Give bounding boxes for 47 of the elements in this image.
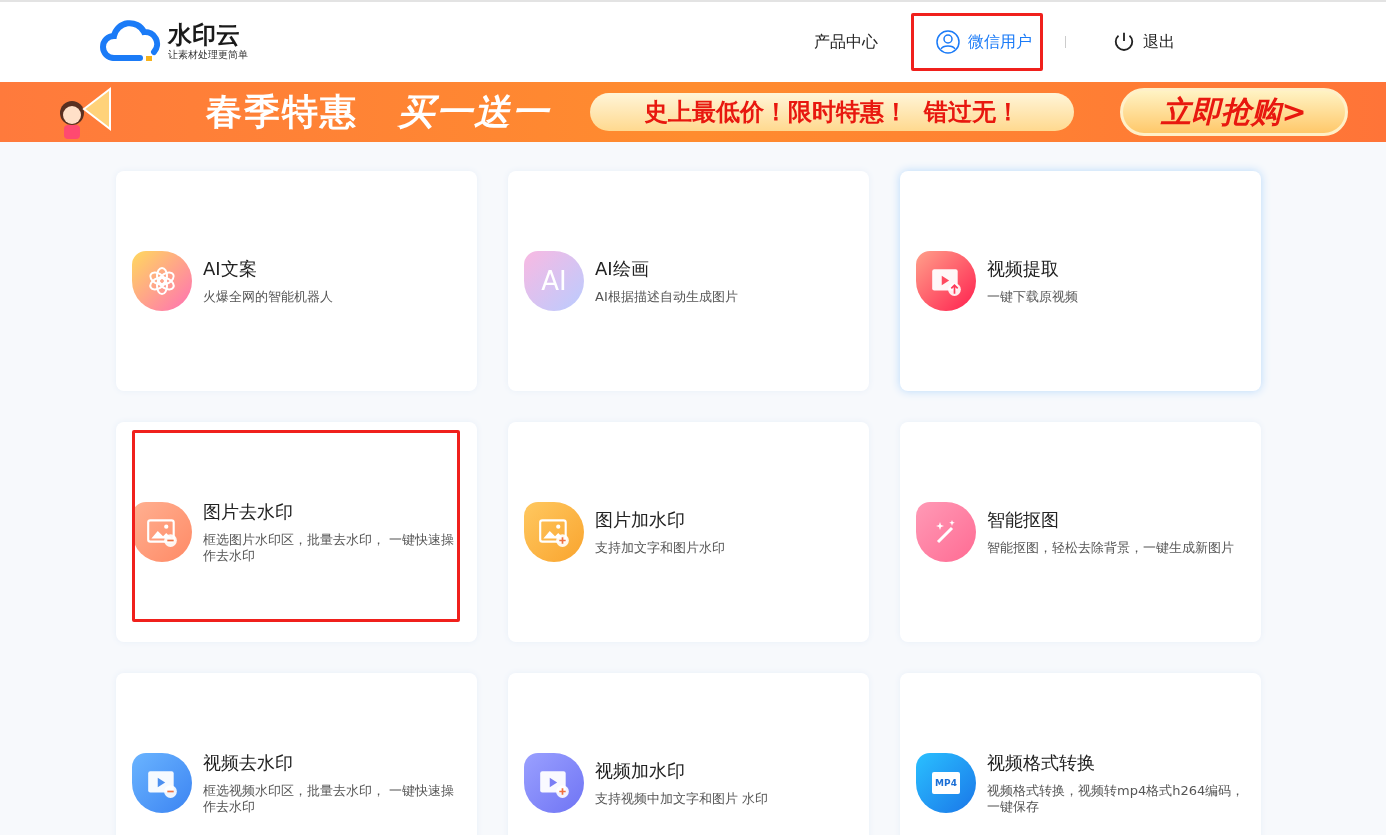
buy-now-button[interactable]: 立即抢购> (1120, 88, 1348, 136)
video-icon (524, 753, 584, 813)
tool-card[interactable]: AI AI绘画 AI根据描述自动生成图片 (508, 171, 869, 391)
cloud-logo-icon (100, 20, 162, 64)
tool-card[interactable]: 图片去水印 框选图片水印区，批量去水印， 一键快速操作去水印 (116, 422, 477, 642)
card-description: 支持视频中加文字和图片 水印 (595, 791, 769, 807)
card-title: 视频提取 (987, 257, 1060, 281)
card-title: 视频去水印 (203, 751, 294, 775)
card-description: AI根据描述自动生成图片 (595, 289, 738, 305)
logo-name: 水印云 (168, 22, 241, 48)
banner-offer: 买一送一 (398, 89, 550, 134)
card-description: 一键下载原视频 (987, 289, 1078, 305)
magic-wand-icon (916, 502, 976, 562)
user-link[interactable]: 微信用户 (911, 13, 1043, 71)
card-title: 图片加水印 (595, 508, 686, 532)
logo-tagline: 让素材处理更简单 (168, 48, 248, 62)
card-title: 视频格式转换 (987, 751, 1096, 775)
tool-card[interactable]: 视频加水印 支持视频中加文字和图片 水印 (508, 673, 869, 835)
card-description: 支持加文字和图片水印 (595, 540, 725, 556)
card-title: 智能抠图 (987, 508, 1060, 532)
power-icon (1113, 31, 1135, 53)
card-description: 框选图片水印区，批量去水印， 一键快速操作去水印 (203, 532, 456, 564)
tool-card[interactable]: AI文案 火爆全网的智能机器人 (116, 171, 477, 391)
tool-card[interactable]: 智能抠图 智能抠图，轻松去除背景，一键生成新图片 (900, 422, 1261, 642)
card-title: 图片去水印 (203, 500, 294, 524)
banner-slogan: 史上最低价！限时特惠！ 错过无！ (590, 93, 1074, 131)
tool-card[interactable]: 图片加水印 支持加文字和图片水印 (508, 422, 869, 642)
card-description: 智能抠图，轻松去除背景，一键生成新图片 (987, 540, 1234, 556)
video-icon (916, 251, 976, 311)
card-description: 视频格式转换，视频转mp4格式h264编码，一键保存 (987, 783, 1245, 815)
tool-card[interactable]: 视频去水印 框选视频水印区，批量去水印， 一键快速操作去水印 (116, 673, 477, 835)
card-title: AI绘画 (595, 257, 650, 281)
tool-card[interactable]: MP4 视频格式转换 视频格式转换，视频转mp4格式h264编码，一键保存 (900, 673, 1261, 835)
card-title: AI文案 (203, 257, 258, 281)
logout-link[interactable]: 退出 (1088, 14, 1186, 70)
image-icon (524, 502, 584, 562)
user-icon (936, 30, 960, 54)
icon-label: AI (541, 266, 567, 296)
image-icon (132, 502, 192, 562)
card-description: 框选视频水印区，批量去水印， 一键快速操作去水印 (203, 783, 456, 815)
banner-headline: 春季特惠 (206, 89, 358, 134)
tool-card[interactable]: 视频提取 一键下载原视频 (900, 171, 1261, 391)
video-icon (132, 753, 192, 813)
nav-link[interactable]: 产品中心 (789, 14, 889, 70)
icon-label: MP4 (932, 772, 960, 794)
card-description: 火爆全网的智能机器人 (203, 289, 333, 305)
card-title: 视频加水印 (595, 759, 686, 783)
